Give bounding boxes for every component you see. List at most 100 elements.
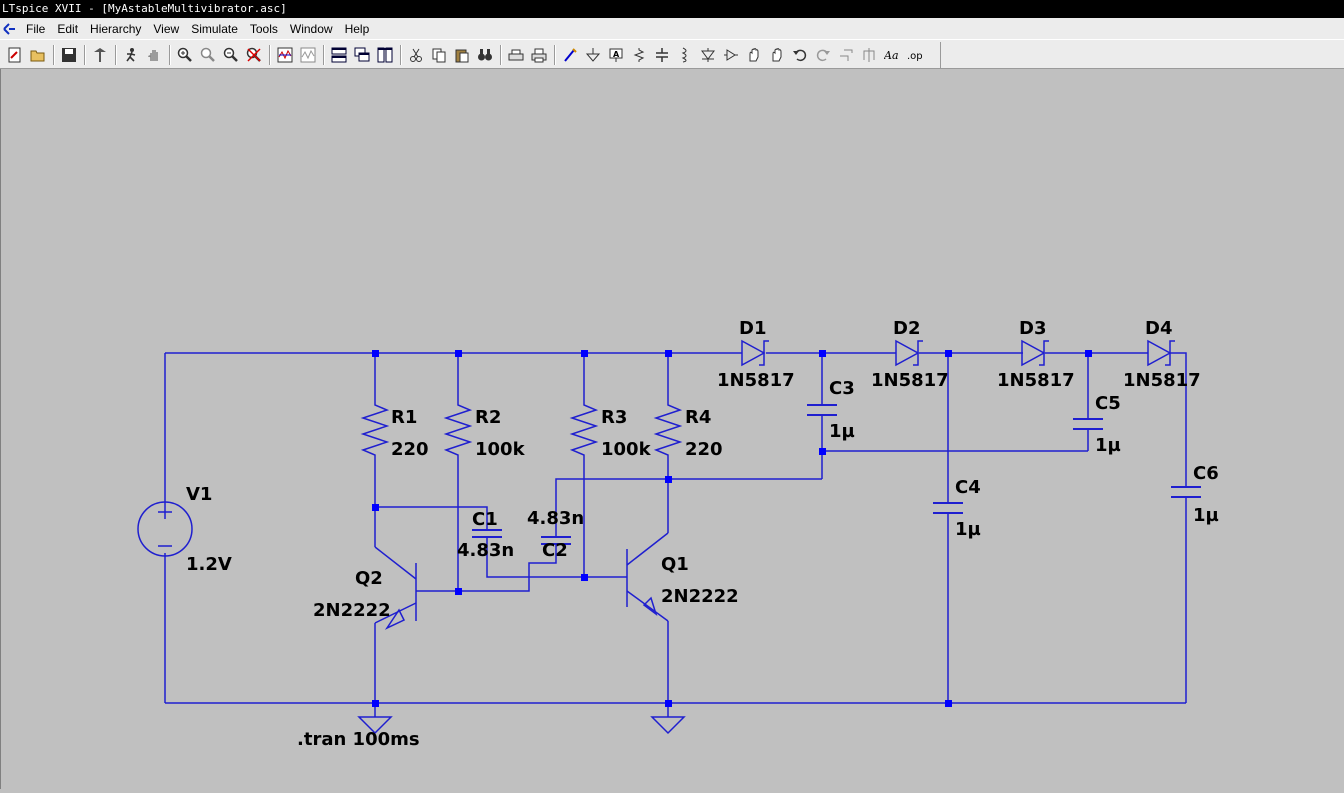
paste-icon[interactable] [451, 44, 473, 66]
toolbar-separator [115, 45, 117, 65]
toolbar-separator [554, 45, 556, 65]
c1-ref-label[interactable]: C1 [472, 509, 498, 530]
new-schematic-icon[interactable] [4, 44, 26, 66]
capacitor-c6-symbol [1171, 486, 1201, 498]
diode-icon[interactable] [697, 44, 719, 66]
zoom-in-icon[interactable] [174, 44, 196, 66]
r3-value-label[interactable]: 100k [601, 439, 652, 460]
menu-simulate[interactable]: Simulate [185, 18, 244, 39]
resistor-r1-symbol [360, 401, 390, 459]
zoom-out-icon[interactable] [220, 44, 242, 66]
r2-value-label[interactable]: 100k [475, 439, 526, 460]
label-net-icon[interactable]: A [605, 44, 627, 66]
c6-value-label[interactable]: 1µ [1193, 505, 1219, 526]
q1-ref-label[interactable]: Q1 [661, 554, 689, 575]
print-icon[interactable] [528, 44, 550, 66]
resistor-r2-symbol [443, 401, 473, 459]
control-panel-icon[interactable] [89, 44, 111, 66]
component-icon[interactable] [720, 44, 742, 66]
spice-directive-icon[interactable]: .op [904, 44, 926, 66]
menu-edit[interactable]: Edit [51, 18, 84, 39]
find-icon[interactable] [474, 44, 496, 66]
d2-ref-label[interactable]: D2 [893, 318, 920, 339]
resistor-icon[interactable] [628, 44, 650, 66]
waveform-icon[interactable] [274, 44, 296, 66]
zoom-fit-icon[interactable] [243, 44, 265, 66]
c4-ref-label[interactable]: C4 [955, 477, 981, 498]
menu-tools[interactable]: Tools [244, 18, 284, 39]
toolbar: A Aa .op [0, 39, 1344, 69]
move-icon[interactable] [743, 44, 765, 66]
q1-value-label[interactable]: 2N2222 [661, 586, 739, 607]
menu-file[interactable]: File [20, 18, 51, 39]
menu-hierarchy[interactable]: Hierarchy [84, 18, 147, 39]
c5-value-label[interactable]: 1µ [1095, 435, 1121, 456]
inductor-icon[interactable] [674, 44, 696, 66]
toolbar-separator [53, 45, 55, 65]
mirror-icon[interactable] [858, 44, 880, 66]
d2-value-label[interactable]: 1N5817 [871, 370, 949, 391]
ground-symbol [650, 716, 686, 735]
rotate-icon[interactable] [835, 44, 857, 66]
capacitor-c5-symbol [1073, 418, 1103, 430]
save-icon[interactable] [58, 44, 80, 66]
redo-icon[interactable] [812, 44, 834, 66]
spice-directive-text[interactable]: .tran 100ms [297, 729, 420, 750]
d4-value-label[interactable]: 1N5817 [1123, 370, 1201, 391]
resistor-r3-symbol [569, 401, 599, 459]
menu-window[interactable]: Window [284, 18, 339, 39]
halt-icon[interactable] [143, 44, 165, 66]
tile-vertical-icon[interactable] [374, 44, 396, 66]
r2-ref-label[interactable]: R2 [475, 407, 501, 428]
c2-ref-label[interactable]: C2 [542, 540, 568, 561]
autorange-icon[interactable] [297, 44, 319, 66]
r3-ref-label[interactable]: R3 [601, 407, 627, 428]
schematic-canvas[interactable]: D1 1N5817 D2 1N5817 D3 1N5817 D4 1N5817 … [0, 69, 1344, 789]
d3-value-label[interactable]: 1N5817 [997, 370, 1075, 391]
toolbar-end-separator [940, 42, 941, 68]
drag-icon[interactable] [766, 44, 788, 66]
transistor-q1-symbol [626, 532, 669, 622]
r4-ref-label[interactable]: R4 [685, 407, 711, 428]
undo-icon[interactable] [789, 44, 811, 66]
c3-ref-label[interactable]: C3 [829, 378, 855, 399]
q2-value-label[interactable]: 2N2222 [313, 600, 391, 621]
print-setup-icon[interactable] [505, 44, 527, 66]
q2-ref-label[interactable]: Q2 [355, 568, 383, 589]
copy-icon[interactable] [428, 44, 450, 66]
d1-ref-label[interactable]: D1 [739, 318, 766, 339]
menu-view[interactable]: View [147, 18, 185, 39]
v1-value-label[interactable]: 1.2V [186, 554, 232, 575]
r4-value-label[interactable]: 220 [685, 439, 723, 460]
d1-value-label[interactable]: 1N5817 [717, 370, 795, 391]
capacitor-icon[interactable] [651, 44, 673, 66]
d4-ref-label[interactable]: D4 [1145, 318, 1172, 339]
open-icon[interactable] [27, 44, 49, 66]
c1-value-label[interactable]: 4.83n [457, 540, 514, 561]
toolbar-separator [84, 45, 86, 65]
diode-d3-symbol [1021, 339, 1049, 367]
v1-ref-label[interactable]: V1 [186, 484, 212, 505]
menu-help[interactable]: Help [339, 18, 376, 39]
c6-ref-label[interactable]: C6 [1193, 463, 1219, 484]
r1-value-label[interactable]: 220 [391, 439, 429, 460]
cascade-icon[interactable] [351, 44, 373, 66]
c5-ref-label[interactable]: C5 [1095, 393, 1121, 414]
ltspice-app-icon[interactable] [2, 22, 16, 36]
cut-icon[interactable] [405, 44, 427, 66]
component-labels: D1 1N5817 D2 1N5817 D3 1N5817 D4 1N5817 … [186, 318, 1219, 750]
c2-value-label[interactable]: 4.83n [527, 508, 584, 529]
c4-value-label[interactable]: 1µ [955, 519, 981, 540]
toolbar-separator [500, 45, 502, 65]
pan-icon[interactable] [197, 44, 219, 66]
capacitor-c1-symbol [472, 529, 502, 538]
ground-icon[interactable] [582, 44, 604, 66]
tile-horizontal-icon[interactable] [328, 44, 350, 66]
wire-icon[interactable] [559, 44, 581, 66]
text-icon[interactable]: Aa [881, 44, 903, 66]
r1-ref-label[interactable]: R1 [391, 407, 417, 428]
c3-value-label[interactable]: 1µ [829, 421, 855, 442]
toolbar-separator [169, 45, 171, 65]
run-icon[interactable] [120, 44, 142, 66]
d3-ref-label[interactable]: D3 [1019, 318, 1046, 339]
